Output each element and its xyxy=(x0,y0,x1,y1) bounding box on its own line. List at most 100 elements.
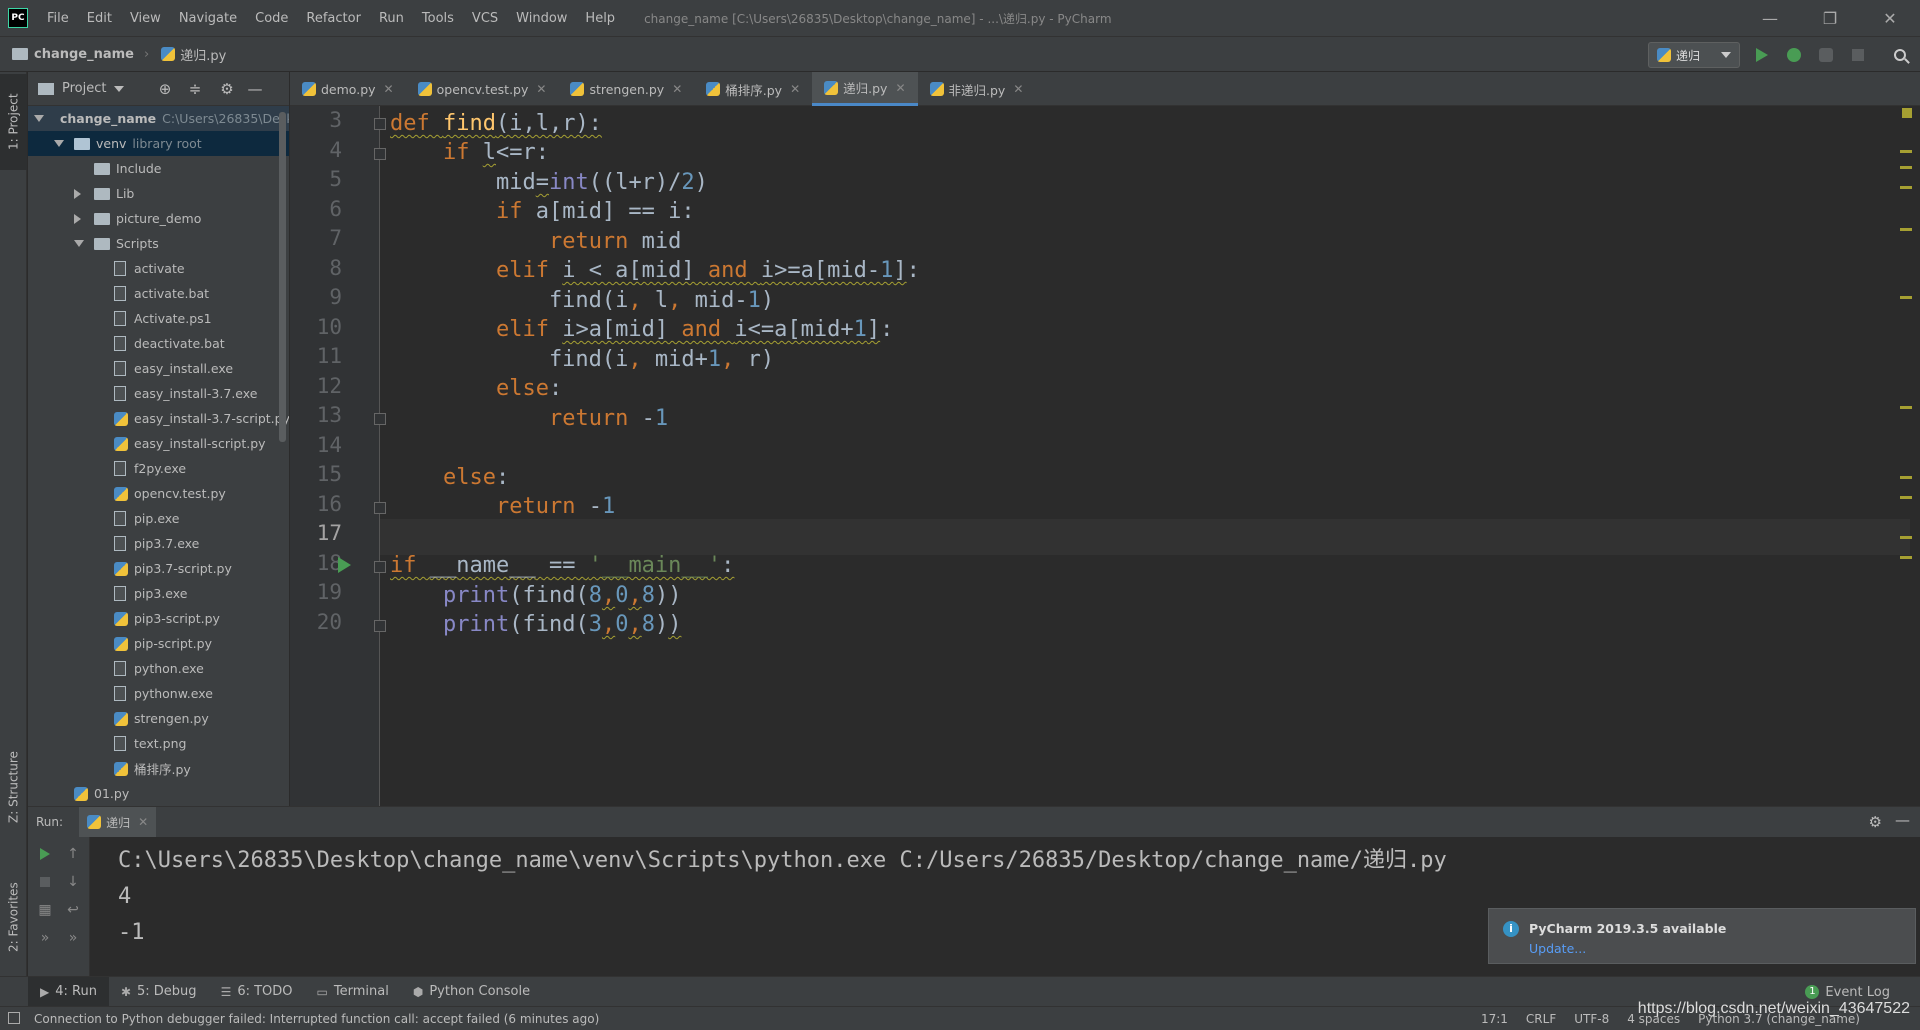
error-stripe-mark[interactable] xyxy=(1900,476,1912,479)
tree-item[interactable]: pip3.exe xyxy=(28,581,289,606)
line-separator[interactable]: CRLF xyxy=(1526,1012,1556,1026)
collapse-all-icon[interactable]: ≑ xyxy=(186,80,204,98)
menu-code[interactable]: Code xyxy=(246,11,297,26)
fold-marker-icon[interactable] xyxy=(374,147,386,160)
tree-item[interactable]: picture_demo xyxy=(28,206,289,231)
fold-marker-icon[interactable] xyxy=(374,118,386,130)
tree-item[interactable]: activate xyxy=(28,256,289,281)
menu-window[interactable]: Window xyxy=(507,11,576,26)
close-tab-icon[interactable]: ✕ xyxy=(895,81,905,95)
tree-item[interactable]: opencv.test.py xyxy=(28,481,289,506)
editor-tab[interactable]: 递归.py ✕ xyxy=(812,72,918,106)
error-stripe-mark[interactable] xyxy=(1900,406,1912,409)
expand-arrow-icon[interactable] xyxy=(34,115,44,122)
error-stripe-mark[interactable] xyxy=(1900,150,1912,153)
tree-item[interactable]: Scripts xyxy=(28,231,289,256)
tool-window-run[interactable]: ▶ 4: Run xyxy=(28,976,109,1007)
breadcrumb-file[interactable]: 递归.py xyxy=(149,45,226,64)
stop-button[interactable] xyxy=(1848,45,1868,65)
fold-marker-icon[interactable] xyxy=(374,413,386,425)
close-tab-icon[interactable]: ✕ xyxy=(536,82,546,96)
tree-item[interactable]: pythonw.exe xyxy=(28,681,289,706)
coverage-button[interactable] xyxy=(1816,45,1836,65)
menu-refactor[interactable]: Refactor xyxy=(297,11,370,26)
tree-item[interactable]: pip.exe xyxy=(28,506,289,531)
close-tab-icon[interactable]: ✕ xyxy=(138,815,148,829)
gear-icon[interactable]: ⚙ xyxy=(218,80,236,98)
error-stripe-mark[interactable] xyxy=(1900,166,1912,169)
menu-tools[interactable]: Tools xyxy=(413,11,463,26)
tree-item[interactable]: pip-script.py xyxy=(28,631,289,656)
file-encoding[interactable]: UTF-8 xyxy=(1574,1012,1609,1026)
error-stripe-mark[interactable] xyxy=(1900,496,1912,499)
restore-button[interactable]: ❐ xyxy=(1800,0,1860,36)
scroll-up-button[interactable]: ↑ xyxy=(64,845,82,863)
fold-marker-icon[interactable] xyxy=(374,560,386,573)
expand-arrow-icon[interactable] xyxy=(54,140,64,147)
editor-error-stripe[interactable] xyxy=(1900,106,1912,806)
hide-icon[interactable]: — xyxy=(246,80,264,98)
fold-marker-icon[interactable] xyxy=(374,619,386,632)
chevron-down-icon[interactable] xyxy=(114,85,125,92)
update-link[interactable]: Update... xyxy=(1529,941,1586,956)
minimize-button[interactable]: — xyxy=(1740,0,1800,36)
rerun-button[interactable] xyxy=(36,845,54,863)
editor-tab[interactable]: opencv.test.py ✕ xyxy=(406,72,559,106)
close-tab-icon[interactable]: ✕ xyxy=(384,82,394,96)
editor-tab[interactable]: strengen.py ✕ xyxy=(558,72,694,106)
tree-item[interactable]: 桶排序.py xyxy=(28,756,289,781)
error-stripe-mark[interactable] xyxy=(1900,186,1912,189)
run-gutter-icon[interactable] xyxy=(338,556,351,573)
fold-marker-icon[interactable] xyxy=(374,501,386,514)
tool-window-terminal[interactable]: ▭ Terminal xyxy=(305,977,401,1007)
editor-tab[interactable]: 非递归.py ✕ xyxy=(918,72,1036,106)
tree-item[interactable]: text.png xyxy=(28,731,289,756)
tree-item[interactable]: deactivate.bat xyxy=(28,331,289,356)
expand-arrow-icon[interactable] xyxy=(74,240,84,247)
tree-item[interactable]: pip3.7.exe xyxy=(28,531,289,556)
console-output[interactable]: C:\Users\26835\Desktop\change_name\venv\… xyxy=(118,843,1447,951)
error-stripe-mark[interactable] xyxy=(1900,228,1912,231)
tree-item[interactable]: strengen.py xyxy=(28,706,289,731)
project-view-select[interactable]: Project xyxy=(62,81,106,96)
tree-item[interactable]: easy_install-3.7-script.py xyxy=(28,406,289,431)
error-stripe-mark[interactable] xyxy=(1900,296,1912,299)
error-stripe-mark[interactable] xyxy=(1900,556,1912,559)
close-tab-icon[interactable]: ✕ xyxy=(790,82,800,96)
stop-run-button[interactable] xyxy=(36,873,54,891)
layout-button[interactable]: ▦ xyxy=(36,901,54,919)
hide-icon[interactable]: — xyxy=(1895,811,1910,829)
caret-position[interactable]: 17:1 xyxy=(1481,1012,1508,1026)
menu-file[interactable]: File xyxy=(38,11,78,26)
run-button[interactable] xyxy=(1752,45,1772,65)
collapse-arrow-icon[interactable] xyxy=(74,188,81,199)
code-editor[interactable]: 3 4 5 6 7 8 9 10 11 12 13 14 15 16 17 18 19 20 def find(i… xyxy=(290,106,1920,806)
tree-item[interactable]: easy_install.exe xyxy=(28,356,289,381)
tool-window-todo[interactable]: ☰ 6: TODO xyxy=(209,977,305,1007)
menu-view[interactable]: View xyxy=(121,11,170,26)
debug-button[interactable] xyxy=(1784,45,1804,65)
status-message[interactable]: Connection to Python debugger failed: In… xyxy=(0,1012,599,1026)
soft-wrap-button[interactable]: ↩ xyxy=(64,901,82,919)
close-tab-icon[interactable]: ✕ xyxy=(672,82,682,96)
search-everywhere-button[interactable] xyxy=(1890,45,1910,65)
gear-icon[interactable]: ⚙ xyxy=(1869,813,1882,831)
locate-icon[interactable]: ⊕ xyxy=(156,80,174,98)
menu-vcs[interactable]: VCS xyxy=(463,11,507,26)
tool-tab-structure[interactable]: Z: Structure xyxy=(0,732,27,842)
error-stripe-mark[interactable] xyxy=(1900,536,1912,539)
tree-item[interactable]: Lib xyxy=(28,181,289,206)
tree-item[interactable]: activate.bat xyxy=(28,281,289,306)
more-button-2[interactable]: » xyxy=(64,929,82,947)
project-tree-scrollbar[interactable] xyxy=(279,112,286,442)
tree-item[interactable]: pip3.7-script.py xyxy=(28,556,289,581)
tool-tab-favorites[interactable]: 2: Favorites xyxy=(0,862,27,972)
scroll-down-button[interactable]: ↓ xyxy=(64,873,82,891)
breadcrumb-project[interactable]: change_name › xyxy=(0,47,149,62)
tool-window-python-console[interactable]: ⬢ Python Console xyxy=(401,977,542,1007)
tree-item[interactable]: f2py.exe xyxy=(28,456,289,481)
close-window-button[interactable]: ✕ xyxy=(1860,0,1920,36)
menu-navigate[interactable]: Navigate xyxy=(170,11,246,26)
collapse-arrow-icon[interactable] xyxy=(74,213,81,224)
tree-item[interactable]: venv library root xyxy=(28,131,289,156)
